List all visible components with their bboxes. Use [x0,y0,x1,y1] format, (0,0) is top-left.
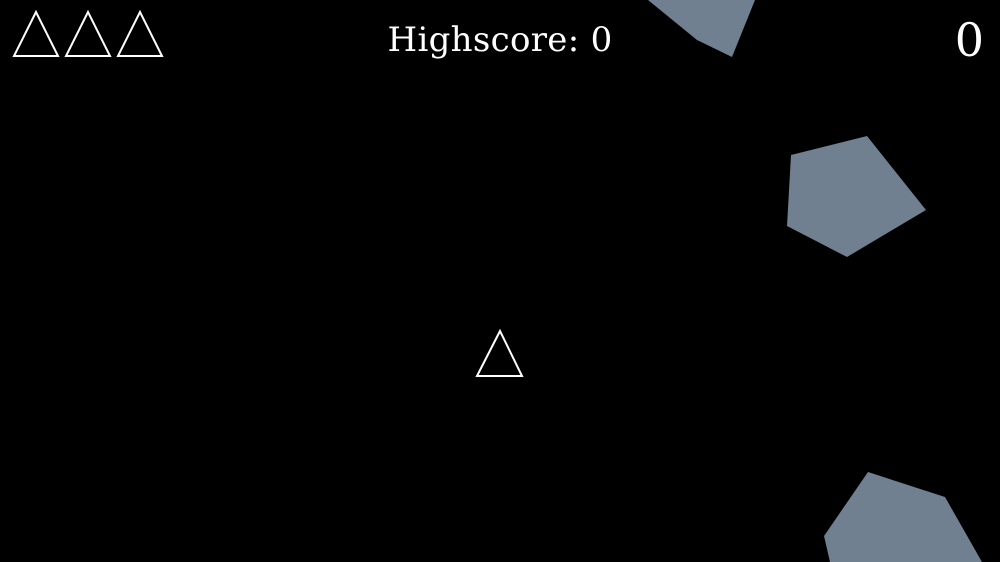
score-counter: 0 [954,13,984,67]
lives-indicator [12,9,164,57]
player-ship-icon [475,328,524,377]
life-icon [64,9,112,57]
asteroid [787,136,926,257]
life-icon [12,9,60,57]
game-canvas[interactable]: Highscore: 0 0 [0,0,1000,562]
asteroid-layer [648,0,982,562]
asteroid [648,0,755,57]
life-icon [116,9,164,57]
playfield [12,0,982,562]
highscore-label: Highscore: 0 [387,20,613,60]
asteroid [824,472,982,562]
